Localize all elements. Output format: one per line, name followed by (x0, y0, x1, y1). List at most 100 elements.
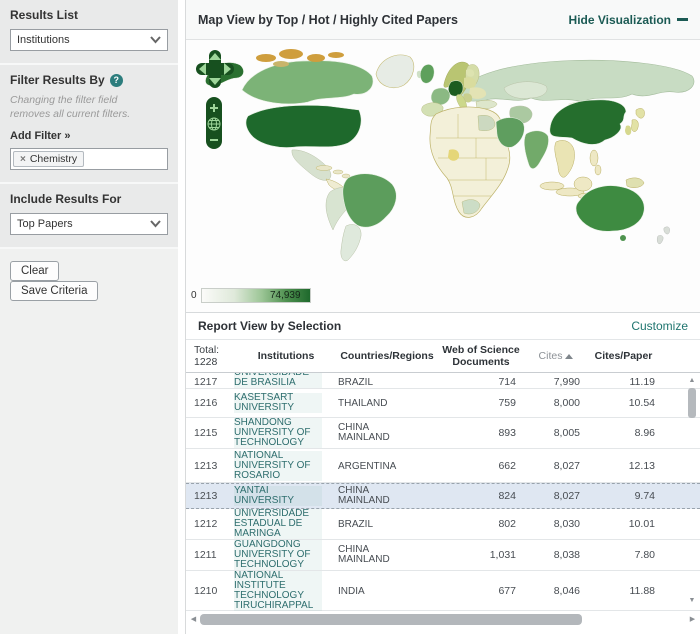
documents-cell: 662 (498, 459, 516, 472)
institution-link[interactable]: YANTAI UNIVERSITY (234, 486, 322, 506)
filter-heading: Filter Results By ? (10, 73, 168, 87)
hide-visualization-link[interactable]: Hide Visualization (569, 13, 688, 27)
map-region-france[interactable] (430, 87, 451, 106)
remove-tag-icon[interactable]: × (20, 154, 26, 165)
map-view-header: Map View by Top / Hot / Highly Cited Pap… (186, 0, 700, 40)
rank-cell: 1212 (194, 518, 218, 530)
column-header-cites[interactable]: Cites (526, 350, 586, 362)
institution-link[interactable]: NATIONAL UNIVERSITY OF ROSARIO (234, 450, 322, 481)
include-results-dropdown[interactable]: Top Papers (10, 213, 168, 236)
table-row[interactable]: 1217 UNIVERSIDADE DE BRASILIA BRAZIL 714… (186, 373, 700, 389)
map-region-india[interactable] (524, 130, 549, 169)
vertical-scroll-track[interactable] (687, 386, 697, 596)
documents-cell: 714 (498, 376, 516, 388)
cites-cell: 8,046 (553, 585, 580, 597)
map-region-canada[interactable] (241, 60, 374, 105)
country-cell: THAILAND (338, 398, 388, 409)
map-region-new-guinea[interactable] (625, 177, 645, 188)
column-header-cites-per-paper[interactable]: Cites/Paper (586, 350, 661, 362)
institution-cell: KASETSART UNIVERSITY (234, 393, 338, 413)
column-header-documents[interactable]: Web of Science Documents (436, 344, 526, 368)
map-region-usa[interactable] (245, 105, 362, 148)
documents-cell: 677 (498, 585, 516, 597)
horizontal-scroll-track[interactable] (198, 613, 688, 625)
map-zoom-control[interactable] (205, 96, 223, 150)
cites-cell: 7,990 (553, 376, 580, 388)
sidebar: Results List Institutions Filter Results… (0, 0, 178, 634)
institution-link[interactable]: GUANGDONG UNIVERSITY OF TECHNOLOGY (234, 540, 322, 570)
horizontal-scrollbar[interactable]: ◀ ▶ (186, 611, 700, 627)
scroll-left-icon[interactable]: ◀ (189, 615, 198, 623)
map-region-russia[interactable] (457, 59, 695, 103)
institution-link[interactable]: SHANDONG UNIVERSITY OF TECHNOLOGY (234, 418, 322, 448)
institution-cell: NATIONAL INSTITUTE TECHNOLOGY TIRUCHIRAP… (234, 571, 338, 611)
add-filter-link[interactable]: Add Filter » (10, 130, 71, 142)
institution-link[interactable]: UNIVERSIDADE ESTADUAL DE MARINGA (234, 509, 322, 539)
scroll-right-icon[interactable]: ▶ (688, 615, 697, 623)
documents-cell: 759 (498, 397, 516, 409)
legend-max-value: 74,939 (269, 290, 301, 301)
institution-link[interactable]: NATIONAL INSTITUTE TECHNOLOGY TIRUCHIRAP… (234, 571, 322, 611)
map-region-germany[interactable] (448, 80, 464, 97)
column-header-countries[interactable]: Countries/Regions (338, 350, 436, 362)
table-row[interactable]: 1216 KASETSART UNIVERSITY THAILAND 759 8… (186, 389, 700, 418)
country-cell: ARGENTINA (338, 460, 397, 472)
include-results-section: Include Results For Top Papers (0, 184, 178, 250)
results-table: Total: 1228 Institutions Countries/Regio… (186, 340, 700, 627)
institution-cell: GUANGDONG UNIVERSITY OF TECHNOLOGY (234, 540, 338, 570)
map-region-indochina[interactable] (554, 140, 575, 178)
institution-link[interactable]: KASETSART UNIVERSITY (234, 393, 322, 413)
cites-cell: 8,027 (553, 459, 580, 472)
table-row[interactable]: 1213 NATIONAL UNIVERSITY OF ROSARIO ARGE… (186, 449, 700, 483)
rank-cell: 1217 (194, 376, 218, 388)
vertical-scroll-thumb[interactable] (688, 388, 696, 418)
customize-link[interactable]: Customize (631, 319, 688, 333)
scroll-down-icon[interactable]: ▼ (689, 596, 696, 606)
help-icon[interactable]: ? (109, 73, 123, 87)
filter-tag-label: Chemistry (29, 153, 78, 166)
map-region-brazil[interactable] (342, 173, 397, 228)
save-criteria-button[interactable]: Save Criteria (10, 281, 99, 302)
filter-note: Changing the filter field removes all cu… (10, 94, 168, 121)
table-row[interactable]: 1211 GUANGDONG UNIVERSITY OF TECHNOLOGY … (186, 540, 700, 571)
country-cell: INDIA (338, 586, 365, 597)
clear-button[interactable]: Clear (10, 261, 60, 282)
country-cell: CHINA MAINLAND (338, 422, 390, 443)
map-region-china[interactable] (549, 99, 627, 145)
documents-cell: 824 (498, 490, 516, 502)
rank-cell: 1215 (194, 427, 218, 439)
filter-tag-chemistry[interactable]: × Chemistry (13, 151, 85, 168)
map-pan-control[interactable] (196, 50, 234, 88)
map-region-australia[interactable] (575, 185, 645, 232)
cites-cell: 8,027 (553, 490, 580, 502)
scroll-up-icon[interactable]: ▲ (689, 376, 696, 386)
map-region-new-zealand[interactable] (656, 226, 670, 244)
map-region-japan[interactable] (631, 108, 645, 132)
map-region-tasmania[interactable] (620, 235, 626, 241)
cites-per-paper-cell: 11.88 (629, 585, 656, 597)
documents-cell: 893 (498, 427, 516, 439)
table-row[interactable]: 1210 NATIONAL INSTITUTE TECHNOLOGY TIRUC… (186, 571, 700, 611)
column-header-institutions[interactable]: Institutions (234, 350, 338, 362)
report-view-header: Report View by Selection Customize (186, 312, 700, 340)
map-region-korea[interactable] (625, 125, 632, 136)
institution-link[interactable]: UNIVERSIDADE DE BRASILIA (234, 373, 322, 388)
vertical-scrollbar[interactable]: ▲ ▼ (686, 376, 698, 606)
map-region-greenland[interactable] (375, 54, 415, 88)
include-results-heading: Include Results For (10, 192, 122, 207)
country-cell: CHINA MAINLAND (338, 544, 390, 565)
table-row[interactable]: 1215 SHANDONG UNIVERSITY OF TECHNOLOGY C… (186, 418, 700, 449)
map-region-argentina[interactable] (340, 224, 362, 262)
world-choropleth-map[interactable] (186, 46, 700, 296)
table-row[interactable]: 1212 UNIVERSIDADE ESTADUAL DE MARINGA BR… (186, 509, 700, 540)
results-list-dropdown[interactable]: Institutions (10, 29, 168, 51)
map-region-mexico[interactable] (291, 149, 332, 181)
sort-ascending-icon (565, 353, 574, 359)
map-region-uk[interactable] (420, 64, 435, 84)
horizontal-scroll-thumb[interactable] (200, 613, 583, 625)
cites-per-paper-cell: 10.01 (628, 518, 655, 530)
table-row-selected[interactable]: 1213 YANTAI UNIVERSITY CHINA MAINLAND 82… (186, 483, 700, 509)
documents-cell: 1,031 (489, 549, 516, 561)
hide-visualization-label: Hide Visualization (568, 12, 671, 27)
filter-note-line2: removes all current filters. (10, 107, 131, 120)
